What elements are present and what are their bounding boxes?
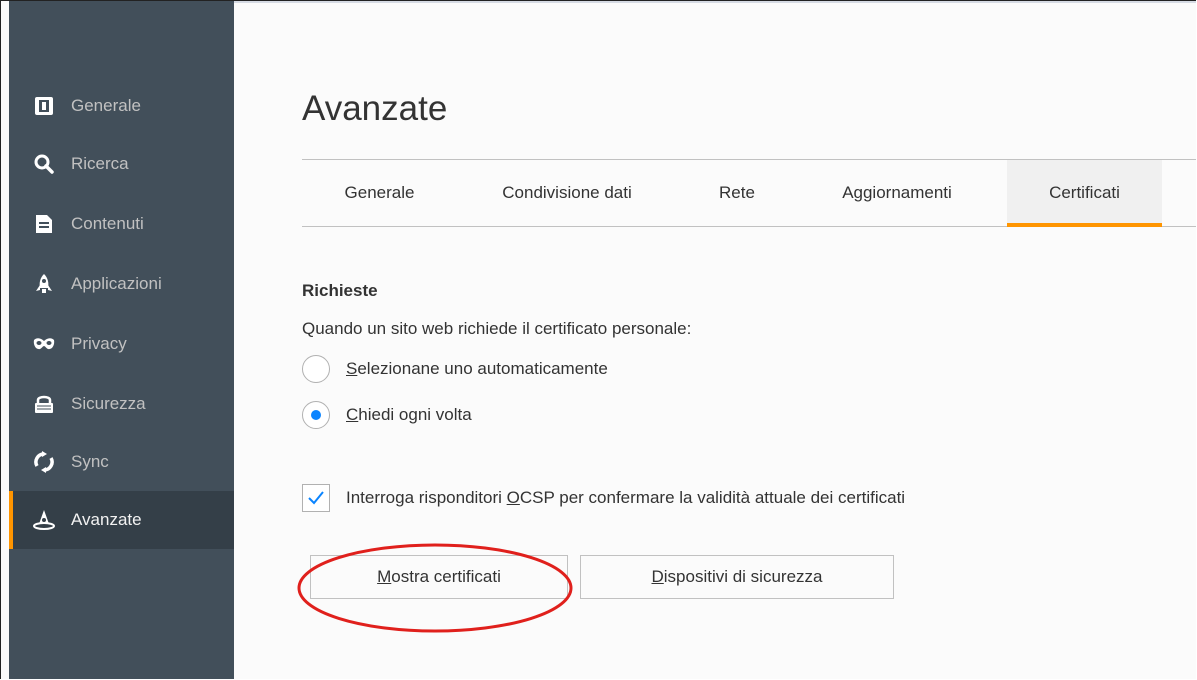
sidebar-item-label: Avanzate (71, 510, 142, 529)
ocsp-checkbox[interactable] (302, 484, 330, 512)
sync-icon (33, 451, 55, 473)
ocsp-label: Interroga risponditori OCSP per conferma… (346, 488, 906, 507)
red-circle-annotation (297, 543, 573, 633)
radio-button[interactable] (302, 355, 330, 383)
sidebar-item-label: Contenuti (71, 214, 144, 233)
sidebar-item-contenuti[interactable]: Contenuti (9, 195, 234, 253)
general-icon (33, 95, 55, 117)
tab-bar: Generale Condivisione dati Rete Aggiorna… (302, 159, 1196, 227)
search-icon (33, 153, 55, 175)
sidebar-item-label: Generale (71, 96, 141, 115)
preferences-window: Generale Ricerca Contenuti Applicazioni … (0, 0, 1196, 679)
document-icon (33, 213, 55, 235)
sidebar-item-generale[interactable]: Generale (9, 77, 234, 135)
sidebar-item-label: Sicurezza (71, 394, 146, 413)
ocsp-checkbox-row[interactable]: Interroga risponditori OCSP per conferma… (302, 484, 905, 512)
sidebar-item-label: Applicazioni (71, 274, 162, 293)
sidebar-item-privacy[interactable]: Privacy (9, 315, 234, 373)
rocket-icon (33, 273, 55, 295)
security-devices-button[interactable]: Dispositivi di sicurezza (580, 555, 894, 599)
sidebar-item-label: Privacy (71, 334, 127, 353)
lock-icon (33, 393, 55, 415)
page-title: Avanzate (302, 89, 448, 128)
radio-ask-every-time[interactable]: Chiedi ogni volta (302, 401, 472, 429)
tab-aggiornamenti[interactable]: Aggiornamenti (802, 160, 992, 226)
tab-certificati[interactable]: Certificati (1007, 160, 1162, 227)
tab-condivisione-dati[interactable]: Condivisione dati (462, 160, 672, 226)
sidebar-item-applicazioni[interactable]: Applicazioni (9, 255, 234, 313)
sidebar-item-avanzate[interactable]: Avanzate (9, 491, 234, 549)
mask-icon (33, 333, 55, 355)
tab-rete[interactable]: Rete (692, 160, 782, 226)
section-description: Quando un sito web richiede il certifica… (302, 319, 692, 338)
radio-button-checked[interactable] (302, 401, 330, 429)
radio-select-automatically[interactable]: Selezionane uno automaticamente (302, 355, 608, 383)
wizard-hat-icon (33, 509, 55, 531)
sidebar-item-sync[interactable]: Sync (9, 433, 234, 491)
checkmark-icon (308, 491, 324, 505)
sidebar-item-sicurezza[interactable]: Sicurezza (9, 375, 234, 433)
sidebar-item-ricerca[interactable]: Ricerca (9, 135, 234, 193)
sidebar: Generale Ricerca Contenuti Applicazioni … (9, 1, 234, 679)
section-title: Richieste (302, 281, 378, 300)
sidebar-item-label: Sync (71, 452, 109, 471)
radio-label: Selezionane uno automaticamente (346, 359, 608, 378)
tab-generale[interactable]: Generale (312, 160, 447, 226)
radio-label: Chiedi ogni volta (346, 405, 472, 424)
sidebar-item-label: Ricerca (71, 154, 129, 173)
